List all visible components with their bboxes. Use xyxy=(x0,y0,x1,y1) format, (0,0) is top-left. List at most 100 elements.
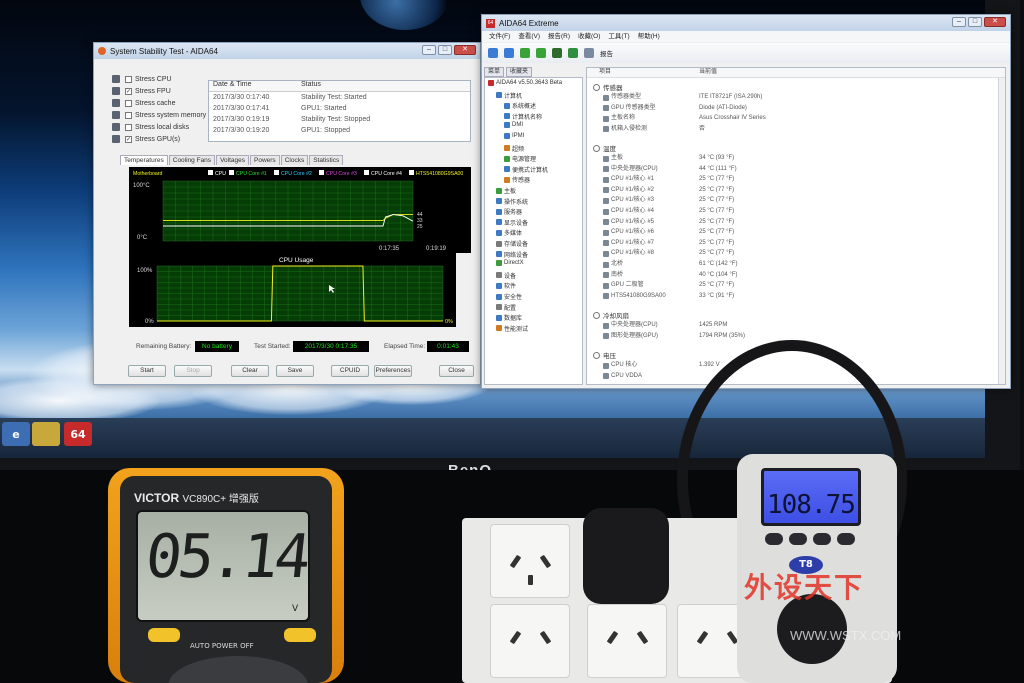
sensor-row[interactable]: HTS541080G9SA00 33 °C (91 °F) xyxy=(587,292,967,301)
legend-checkbox[interactable] xyxy=(364,170,369,175)
sensor-row[interactable]: GPU 二极管 25 °C (77 °F) xyxy=(587,281,967,290)
stop-button[interactable]: Stop xyxy=(174,365,212,377)
tab-powers[interactable]: Powers xyxy=(250,155,280,165)
col-value[interactable]: 当前值 xyxy=(699,68,1005,77)
tree-item[interactable]: 多媒体 xyxy=(496,228,522,237)
stress-option[interactable]: Stress CPU xyxy=(112,75,172,83)
sensor-row[interactable]: 图形处理器(GPU) 1794 RPM (35%) xyxy=(587,332,967,341)
sensor-list[interactable]: 项目 当前值 传感器 传感器类型 ITE IT8721F (ISA 290h) GPU… xyxy=(586,67,1006,385)
sensor-row[interactable]: 主板 34 °C (93 °F) xyxy=(587,154,967,163)
status-log-table[interactable]: Date & Time Status 2017/3/30 0:17:40 Stab… xyxy=(208,80,471,142)
group-header[interactable]: 传感器 xyxy=(593,82,623,92)
report-icon[interactable] xyxy=(584,48,594,58)
aida64-taskbar-icon[interactable]: 64 xyxy=(64,422,92,446)
navigation-tree[interactable]: AIDA64 v5.50.3643 Beta 计算机 系统概述 计算机名称 DMI IPM… xyxy=(484,77,583,385)
tree-item[interactable]: 计算机 xyxy=(496,91,522,100)
close-window-button[interactable]: ✕ xyxy=(984,17,1006,27)
sensor-row[interactable]: 南桥 40 °C (104 °F) xyxy=(587,271,967,280)
tree-item[interactable]: 数据库 xyxy=(496,313,522,322)
tree-item[interactable]: 网络设备 xyxy=(496,250,528,259)
menu-favorites[interactable]: 收藏(O) xyxy=(578,31,600,42)
tree-item[interactable]: 安全性 xyxy=(496,292,522,301)
menu-report[interactable]: 报告(R) xyxy=(548,31,570,42)
tab-voltages[interactable]: Voltages xyxy=(216,155,249,165)
maximize-button[interactable]: □ xyxy=(968,17,982,27)
sensor-row[interactable]: 中央处理器(CPU) 1425 RPM xyxy=(587,321,967,330)
tree-item[interactable]: DirectX xyxy=(496,260,524,267)
group-header[interactable]: 电压 xyxy=(593,350,616,360)
forward-icon[interactable] xyxy=(504,48,514,58)
aida64-main-window[interactable]: 64 AIDA64 Extreme – □ ✕ 文件(F) 查看(V) 报告(R… xyxy=(481,14,1011,389)
user-icon[interactable] xyxy=(552,48,562,58)
menu-help[interactable]: 帮助(H) xyxy=(638,31,660,42)
chart-icon[interactable] xyxy=(568,48,578,58)
tree-item[interactable]: 性能测试 xyxy=(496,324,528,333)
minimize-button[interactable]: – xyxy=(422,45,436,55)
up-icon[interactable] xyxy=(520,48,530,58)
tree-item[interactable]: 服务器 xyxy=(496,207,522,216)
tree-item[interactable]: 超频 xyxy=(504,144,524,153)
sensor-row[interactable]: CPU #1/核心 #2 25 °C (77 °F) xyxy=(587,186,967,195)
stress-option[interactable]: Stress cache xyxy=(112,99,175,107)
stress-checkbox[interactable] xyxy=(125,123,132,131)
tree-item[interactable]: AIDA64 v5.50.3643 Beta xyxy=(488,80,562,86)
tree-item[interactable]: 存储设备 xyxy=(496,239,528,248)
sensor-row[interactable]: CPU #1/核心 #6 25 °C (77 °F) xyxy=(587,228,967,237)
sensor-row[interactable]: 主板名称 Asus Crosshair IV Series xyxy=(587,114,967,123)
stress-checkbox[interactable] xyxy=(125,75,132,83)
legend-checkbox[interactable] xyxy=(274,170,279,175)
sensor-row[interactable]: CPU #1/核心 #8 25 °C (77 °F) xyxy=(587,249,967,258)
sensor-row[interactable]: CPU #1/核心 #3 25 °C (77 °F) xyxy=(587,196,967,205)
sensor-row[interactable]: 传感器类型 ITE IT8721F (ISA 290h) xyxy=(587,93,967,102)
tree-item[interactable]: IPMI xyxy=(504,133,524,139)
tree-item[interactable]: 传感器 xyxy=(504,175,530,184)
legend-checkbox[interactable] xyxy=(409,170,414,175)
close-button[interactable]: Close xyxy=(439,365,474,377)
sensor-row[interactable]: 机箱入侵检测 否 xyxy=(587,125,967,134)
stress-checkbox[interactable] xyxy=(125,99,132,107)
tab-temperatures[interactable]: Temperatures xyxy=(120,155,168,165)
tab-menu[interactable]: 菜单 xyxy=(484,67,505,77)
sensor-row[interactable]: CPU #1/核心 #7 25 °C (77 °F) xyxy=(587,239,967,248)
tree-item[interactable]: 设备 xyxy=(496,271,516,280)
stress-option[interactable]: ✓ Stress FPU xyxy=(112,87,171,95)
group-header[interactable]: 冷却风扇 xyxy=(593,310,629,320)
maximize-button[interactable]: □ xyxy=(438,45,452,55)
aida-titlebar[interactable]: 64 AIDA64 Extreme – □ ✕ xyxy=(482,15,1010,31)
stress-option[interactable]: Stress system memory xyxy=(112,111,206,119)
col-item[interactable]: 项目 xyxy=(587,68,699,77)
tab-cooling-fans[interactable]: Cooling Fans xyxy=(168,155,216,165)
sensor-row[interactable]: 中央处理器(CPU) 44 °C (111 °F) xyxy=(587,165,967,174)
clear-button[interactable]: Clear xyxy=(231,365,269,377)
menu-view[interactable]: 查看(V) xyxy=(518,31,540,42)
tree-item[interactable]: 软件 xyxy=(496,281,516,290)
save-button[interactable]: Save xyxy=(276,365,314,377)
folder-icon[interactable] xyxy=(32,422,60,446)
sensor-row[interactable]: CPU #1/核心 #4 25 °C (77 °F) xyxy=(587,207,967,216)
sensor-row[interactable]: 北桥 61 °C (142 °F) xyxy=(587,260,967,269)
stability-test-window[interactable]: System Stability Test - AIDA64 – □ ✕ Str… xyxy=(93,42,481,385)
legend-checkbox[interactable] xyxy=(208,170,213,175)
legend-checkbox[interactable] xyxy=(229,170,234,175)
stress-option[interactable]: Stress local disks xyxy=(112,123,189,131)
stress-option[interactable]: ✓ Stress GPU(s) xyxy=(112,135,180,143)
tree-item[interactable]: 电源管理 xyxy=(504,154,536,163)
tree-item[interactable]: 操作系统 xyxy=(496,197,528,206)
ie-icon[interactable]: e xyxy=(2,422,30,446)
sensor-row[interactable]: CPU #1/核心 #5 25 °C (77 °F) xyxy=(587,218,967,227)
vertical-scrollbar[interactable] xyxy=(998,78,1005,384)
minimize-button[interactable]: – xyxy=(952,17,966,27)
report-label[interactable]: 报告 xyxy=(600,48,613,58)
tree-item[interactable]: 计算机名称 xyxy=(504,112,542,121)
tree-item[interactable]: 配置 xyxy=(496,303,516,312)
cpuid-button[interactable]: CPUID xyxy=(331,365,369,377)
tree-item[interactable]: 便携式计算机 xyxy=(504,165,548,174)
back-icon[interactable] xyxy=(488,48,498,58)
stress-checkbox[interactable] xyxy=(125,111,132,119)
tree-item[interactable]: 系统概述 xyxy=(504,101,536,110)
legend-checkbox[interactable] xyxy=(319,170,324,175)
stability-titlebar[interactable]: System Stability Test - AIDA64 – □ ✕ xyxy=(94,43,480,59)
start-button[interactable]: Start xyxy=(128,365,166,377)
close-window-button[interactable]: ✕ xyxy=(454,45,476,55)
stress-checkbox[interactable]: ✓ xyxy=(125,135,132,143)
